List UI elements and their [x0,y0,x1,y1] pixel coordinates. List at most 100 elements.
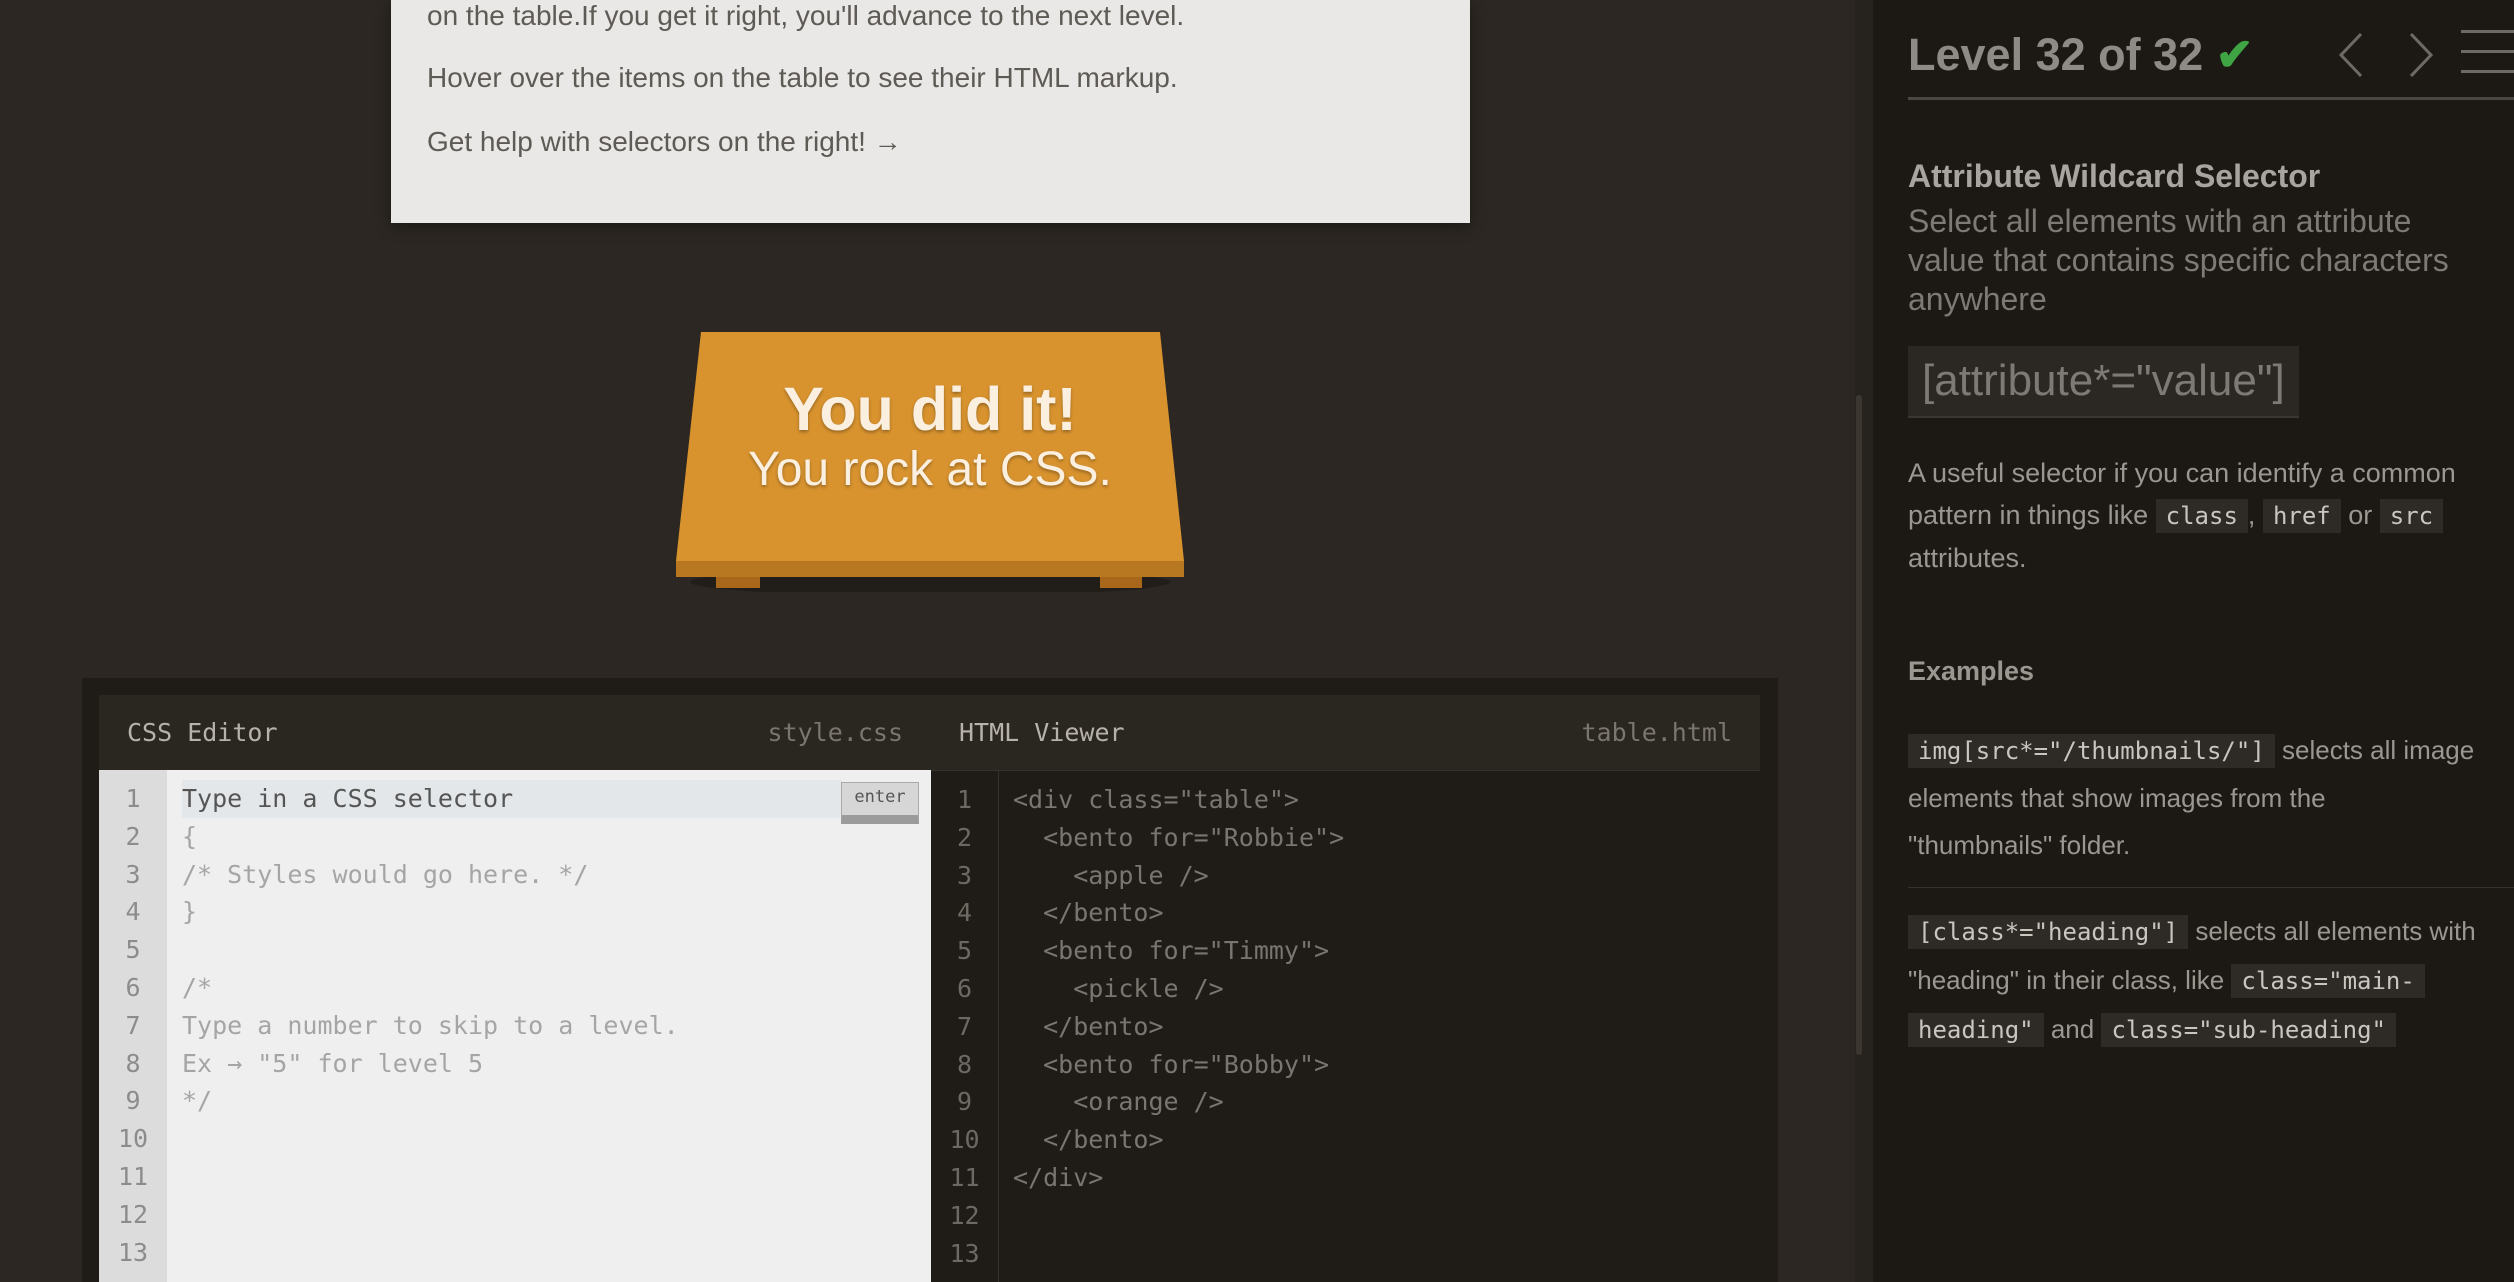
code-line: <div class="table"> [1013,785,1299,814]
selector-name: Attribute Wildcard Selector [1908,158,2321,194]
code-line: { [182,821,198,851]
code-line: 10 [117,1124,149,1154]
html-viewer-pane: HTML Viewer table.html 1 2 3 4 5 6 7 8 9 10 11 12 13… [931,695,1760,1282]
selector-description: Select all elements with an attribute va… [1908,202,2498,319]
code-line: </bento> [1013,1125,1164,1155]
menu-icon[interactable] [2461,28,2514,78]
code-line: 5 [125,935,141,965]
code-chip: class="main- [2231,964,2425,998]
win-subtitle: You rock at CSS. [748,443,1112,496]
example-text: and [2050,1014,2095,1044]
instruction-text: Hover over the items on the table to see… [427,62,1178,93]
code-line: /* [182,972,213,1002]
selector-syntax: [attribute*="value"] [1908,346,2299,418]
examples-heading: Examples [1908,656,2035,686]
example-2: [class*="heading"] selects all elements … [1908,907,2476,1054]
code-line: 6 [125,972,141,1002]
code-line: 2 [125,821,141,851]
css-editor-pane: CSS Editor style.css 1 2 3 4 5 6 7 8 9 10 11 12 13 T… [99,695,931,1282]
enter-button[interactable]: enter [841,782,919,824]
code-line: Ex → "5" for level 5 [182,1048,484,1078]
code-chip: class [2155,499,2248,533]
html-viewer-header: HTML Viewer table.html [931,695,1760,770]
code-line: 5 [956,936,973,966]
html-viewer-body: 1 2 3 4 5 6 7 8 9 10 11 12 13 <div class="table"> <b… [931,770,1760,1282]
hint-text: attributes. [1908,543,2027,573]
code-chip: [class*="heading"] [1908,915,2189,949]
level-indicator: Level 32 of 32 ✔ [1908,28,2253,81]
previous-level-icon[interactable] [2333,30,2373,80]
code-line: <bento for="Robbie"> [1013,822,1345,852]
instructions-card: on the table.If you get it right, you'll… [391,0,1470,223]
description-line: anywhere [1908,281,2047,317]
hint-text: pattern in things like [1908,500,2149,530]
code-line: </bento> [1013,1011,1164,1041]
level-text: Level 32 of 32 [1908,29,2204,80]
game-table: You did it! You rock at CSS. [676,332,1184,592]
html-file-name: table.html [1581,718,1732,747]
hint-text: , [2247,500,2256,530]
example-text: selects all image [2282,735,2475,765]
code-line: 7 [125,1010,141,1040]
next-level-icon[interactable] [2401,30,2441,80]
code-line: 13 [949,1238,980,1268]
code-chip: href [2262,499,2341,533]
code-line: 1 [956,785,973,814]
code-line: 1 [125,784,141,813]
code-line: 6 [956,973,973,1003]
description-line: Select all elements with an attribute [1908,203,2412,239]
code-line: 9 [125,1086,141,1116]
code-line: 13 [117,1237,149,1267]
code-line: Type a number to skip to a level. [182,1010,679,1040]
code-line: 4 [125,897,141,927]
css-editor-body[interactable]: 1 2 3 4 5 6 7 8 9 10 11 12 13 Type in a CSS selector… [99,770,931,1282]
example-1: img[src*="/thumbnails/"] selects all ima… [1908,727,2474,869]
help-sidebar: Level 32 of 32 ✔ Attribute Wildcard Sele… [1873,0,2514,1282]
code-line: 2 [956,822,973,852]
code-line: 10 [949,1125,980,1155]
code-line: <pickle /> [1013,973,1224,1003]
selector-hint: A useful selector if you can identify a … [1908,452,2456,579]
level-progress-bar [1908,97,2514,100]
example-text: "thumbnails" folder. [1908,830,2131,860]
code-chip: img[src*="/thumbnails/"] [1908,734,2275,768]
css-file-name: style.css [767,718,903,747]
css-code[interactable]: Type in a CSS selector {/* Styles would g… [182,780,931,1271]
code-line: <apple /> [1013,860,1209,890]
code-chip: src [2379,499,2444,533]
example-divider [1908,887,2514,888]
example-text: selects all elements with [2195,916,2476,946]
code-line: <bento for="Timmy"> [1013,936,1330,966]
code-line: <bento for="Bobby"> [1013,1049,1330,1079]
code-line: /* Styles would go here. */ [182,859,589,889]
example-text: elements that show images from the [1908,783,2326,813]
code-line: <orange /> [1013,1087,1224,1117]
code-line: 9 [956,1087,973,1117]
scrollbar[interactable] [1856,395,1862,1055]
instruction-text: on the table.If you get it right, you'll… [427,0,1185,31]
instruction-text: Get help with selectors on the right! → [427,126,902,157]
code-line: */ [182,1086,213,1116]
code-line: 8 [125,1048,141,1078]
hint-text: A useful selector if you can identify a … [1908,458,2456,488]
description-line: value that contains specific characters [1908,242,2449,278]
editor-area: CSS Editor style.css 1 2 3 4 5 6 7 8 9 10 11 12 13 T… [82,678,1778,1282]
code-line: </bento> [1013,898,1164,928]
code-line: 12 [117,1199,149,1229]
code-line: 4 [956,898,973,928]
code-line: 8 [956,1049,973,1079]
example-text: "heading" in their class, like [1908,965,2225,995]
code-line: </div> [1013,1162,1104,1192]
code-line: 11 [949,1162,980,1192]
code-line: 3 [956,860,973,890]
code-line: 7 [956,1011,973,1041]
html-code: <div class="table"> <bento for="Robbie">… [1013,781,1760,1272]
css-editor-header: CSS Editor style.css [99,695,931,770]
check-icon: ✔ [2215,29,2254,80]
